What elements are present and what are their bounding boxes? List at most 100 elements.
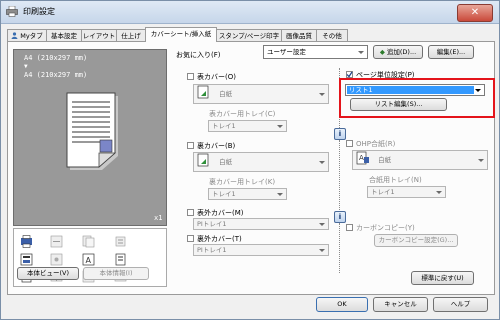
tab-basic[interactable]: 基本設定	[46, 29, 82, 41]
chevron-down-icon	[319, 223, 325, 226]
page-setting-list-select[interactable]: リスト1	[345, 84, 485, 96]
finisher-icon	[20, 253, 33, 266]
chevron-down-icon	[319, 249, 325, 252]
favorites-label: お気に入り(F)	[176, 51, 221, 59]
print-settings-window: 印刷設定 ✕ Myタブ 基本設定 レイアウト 仕上げ カバーシート/挿入紙 スタ…	[0, 0, 500, 320]
window-title: 印刷設定	[23, 7, 55, 16]
pi-back-cover-checkbox[interactable]	[187, 235, 194, 242]
separator-middle	[339, 140, 340, 210]
punch-icon	[50, 253, 63, 266]
ohp-label: OHP合紙(R)	[356, 140, 396, 148]
device-info-button[interactable]: 本体情報(I)	[83, 267, 149, 280]
close-button[interactable]: ✕	[457, 4, 493, 22]
paper-icon	[197, 85, 209, 99]
back-cover-label: 裏カバー(B)	[197, 142, 236, 150]
tab-mytab[interactable]: Myタブ	[7, 29, 47, 41]
info-icon[interactable]: i	[334, 128, 346, 140]
carbon-copy-checkbox[interactable]	[346, 224, 353, 231]
chevron-down-icon	[436, 191, 442, 194]
add-favorite-button[interactable]: ◆ 追加(D)...	[373, 45, 423, 59]
pi-back-cover-value: PIトレイ1	[197, 246, 227, 254]
front-cover-paper-value: 白紙	[219, 90, 233, 98]
chevron-down-icon	[319, 93, 325, 96]
page-setting-label: ページ単位設定(P)	[356, 71, 415, 79]
favorites-select[interactable]: ユーザー設定	[263, 45, 368, 59]
chevron-down-icon	[475, 89, 481, 92]
pi-front-cover-select[interactable]: PIトレイ1	[193, 218, 329, 230]
preview-size-line1: A4 (210x297 mm)	[24, 54, 88, 62]
svg-text:A: A	[86, 256, 92, 265]
chevron-down-icon	[319, 161, 325, 164]
device-view-button[interactable]: 本体ビュー(V)	[17, 267, 79, 280]
front-cover-paper-select[interactable]: 白紙	[193, 84, 329, 104]
front-cover-tray-select[interactable]: トレイ1	[208, 120, 287, 132]
favorites-value: ユーザー設定	[267, 48, 306, 56]
transparency-icon: A	[356, 151, 369, 165]
separator-lower	[339, 223, 340, 273]
back-cover-tray-label: 裏カバー用トレイ(K)	[209, 178, 276, 186]
back-cover-paper-select[interactable]: 白紙	[193, 152, 329, 172]
info-icon[interactable]: i	[334, 211, 346, 223]
front-cover-checkbox[interactable]	[187, 73, 194, 80]
pi-back-cover-label: 裏外カバー(T)	[197, 235, 242, 243]
add-favorite-label: 追加(D)...	[386, 48, 417, 56]
edit-list-button[interactable]: リスト編集(S)...	[350, 98, 447, 111]
ohp-paper-select[interactable]: A 白紙	[352, 150, 488, 170]
chevron-down-icon	[277, 125, 283, 128]
back-cover-tray-select[interactable]: トレイ1	[208, 188, 287, 200]
ohp-tray-label: 合紙用トレイ(N)	[369, 176, 422, 184]
front-cover-tray-value: トレイ1	[212, 122, 236, 130]
back-cover-paper-value: 白紙	[219, 158, 233, 166]
document-icon	[115, 253, 126, 266]
preview-arrow: ▼	[24, 63, 28, 70]
title-bar: 印刷設定 ✕	[1, 1, 499, 24]
ohp-tray-value: トレイ1	[371, 188, 395, 196]
font-icon: A	[82, 253, 95, 266]
pi-front-cover-checkbox[interactable]	[187, 209, 194, 216]
chevron-down-icon	[358, 51, 364, 54]
tab-other[interactable]: その他	[316, 29, 348, 41]
tab-cover-sheet[interactable]: カバーシート/挿入紙	[145, 27, 217, 42]
chevron-down-icon	[277, 193, 283, 196]
chevron-down-icon	[478, 159, 484, 162]
copy-icon	[82, 235, 95, 248]
pi-front-cover-label: 表外カバー(M)	[197, 209, 244, 217]
paper-icon	[197, 153, 209, 167]
printer-device-icon	[21, 235, 32, 248]
edit-favorite-button[interactable]: 編集(E)...	[428, 45, 474, 59]
check-icon	[346, 71, 353, 78]
tab-stamp[interactable]: スタンプ/ページ印字	[216, 29, 282, 41]
tab-mytab-label: Myタブ	[20, 32, 43, 40]
ohp-tray-select[interactable]: トレイ1	[367, 186, 446, 198]
printer-icon	[6, 6, 18, 17]
tab-layout[interactable]: レイアウト	[81, 29, 117, 41]
settings-panel: A4 (210x297 mm) ▼ A4 (210x297 mm) x1 A お…	[7, 41, 495, 295]
ok-button[interactable]: OK	[316, 297, 368, 312]
tray-icon	[50, 235, 63, 248]
cancel-button[interactable]: キャンセル	[373, 297, 428, 312]
paper-preview: A4 (210x297 mm) ▼ A4 (210x297 mm) x1	[13, 49, 167, 226]
carbon-copy-settings-button[interactable]: カーボンコピー設定(G)...	[374, 234, 458, 247]
back-cover-checkbox[interactable]	[187, 142, 194, 149]
ohp-checkbox[interactable]	[346, 140, 353, 147]
add-icon: ◆	[379, 48, 385, 56]
front-cover-label: 表カバー(O)	[197, 73, 236, 81]
carbon-copy-label: カーボンコピー(Y)	[356, 224, 415, 232]
back-cover-tray-value: トレイ1	[212, 190, 236, 198]
user-icon	[11, 32, 18, 39]
pi-back-cover-select[interactable]: PIトレイ1	[193, 244, 329, 256]
ohp-paper-value: 白紙	[378, 156, 392, 164]
help-button[interactable]: ヘルプ	[433, 297, 488, 312]
tab-image-quality[interactable]: 画像品質	[281, 29, 317, 41]
tab-finishing[interactable]: 仕上げ	[116, 29, 146, 41]
preview-size-line2: A4 (210x297 mm)	[24, 71, 88, 79]
pi-front-cover-value: PIトレイ1	[197, 220, 227, 228]
preview-scale: x1	[154, 214, 163, 222]
svg-text:A: A	[359, 154, 364, 162]
front-cover-tray-label: 表カバー用トレイ(C)	[209, 110, 276, 118]
page-setting-list-value: リスト1	[347, 86, 474, 94]
stack-icon	[115, 236, 126, 247]
page-thumbnail-icon	[66, 92, 118, 170]
restore-default-button[interactable]: 標準に戻す(U)	[411, 271, 474, 285]
page-setting-checkbox[interactable]	[346, 71, 353, 78]
